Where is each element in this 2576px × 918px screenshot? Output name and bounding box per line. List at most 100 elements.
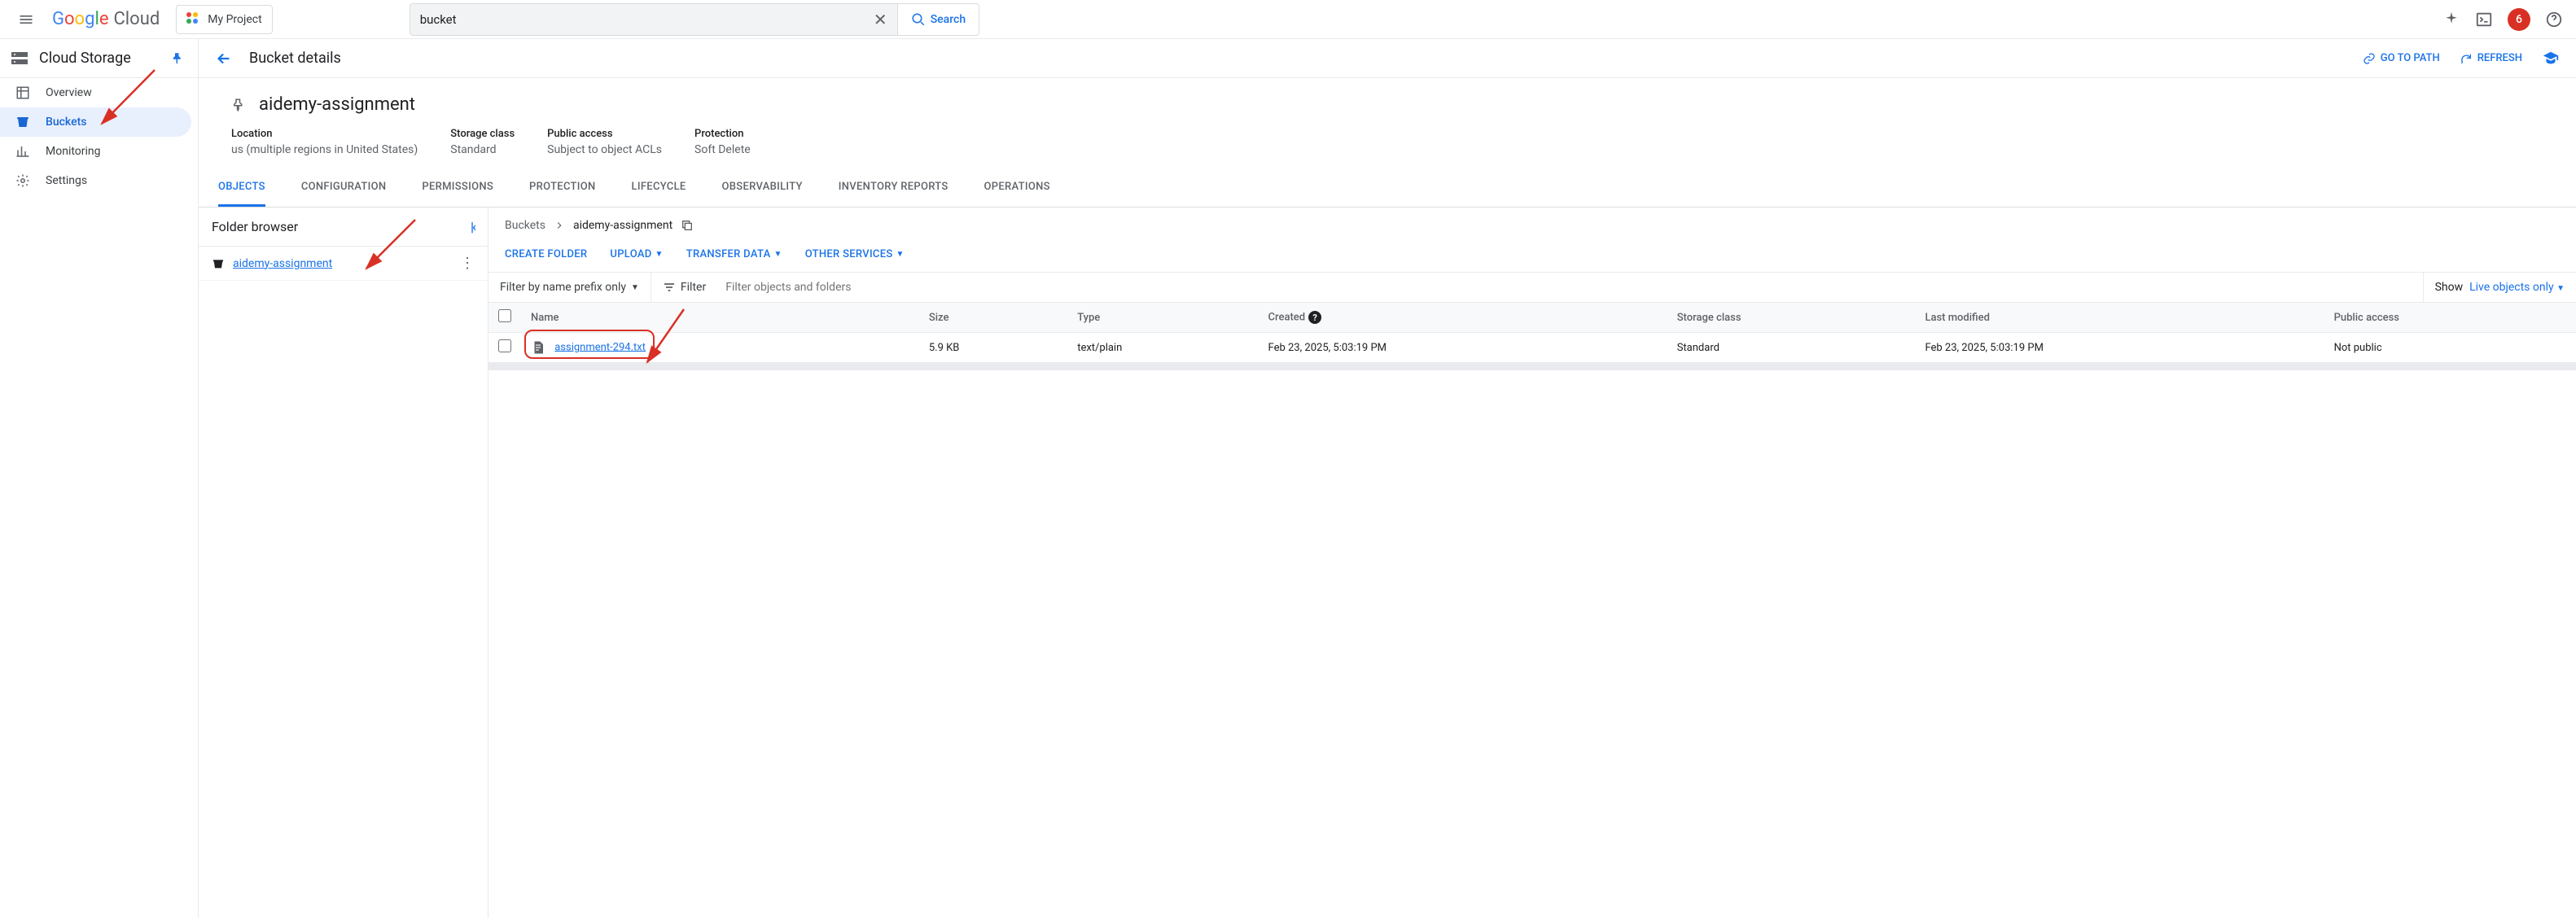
refresh-label: REFRESH: [2477, 52, 2522, 64]
go-to-path-button[interactable]: GO TO PATH: [2363, 52, 2440, 65]
object-action-bar: CREATE FOLDER UPLOAD▼ TRANSFER DATA▼ OTH…: [488, 243, 2576, 272]
cell-size: 5.9 KB: [919, 333, 1067, 363]
breadcrumb-root[interactable]: Buckets: [505, 219, 545, 232]
logo-suffix: Cloud: [113, 9, 160, 29]
project-picker[interactable]: My Project: [176, 5, 272, 34]
cloud-shell-icon[interactable]: [2475, 11, 2493, 28]
main-content: Bucket details GO TO PATH REFRESH: [199, 39, 2576, 918]
col-public[interactable]: Public access: [2324, 303, 2576, 333]
back-arrow-icon[interactable]: [215, 50, 233, 68]
col-size[interactable]: Size: [919, 303, 1067, 333]
refresh-button[interactable]: REFRESH: [2460, 52, 2522, 65]
tab-observability[interactable]: OBSERVABILITY: [722, 169, 803, 207]
table-row: assignment-294.txt 5.9 KB text/plain Feb…: [488, 333, 2576, 363]
filter-mode-dropdown[interactable]: Filter by name prefix only▼: [488, 273, 651, 302]
tab-lifecycle[interactable]: LIFECYCLE: [632, 169, 686, 207]
col-name[interactable]: Name: [521, 303, 919, 333]
tab-objects[interactable]: OBJECTS: [218, 169, 265, 207]
breadcrumb-current: aidemy-assignment: [573, 219, 672, 232]
select-all-checkbox[interactable]: [498, 309, 511, 322]
bucket-summary: aidemy-assignment Location us (multiple …: [199, 78, 2576, 169]
filter-input[interactable]: [717, 273, 2422, 302]
sidebar-item-label: Buckets: [46, 116, 86, 129]
tab-permissions[interactable]: PERMISSIONS: [422, 169, 493, 207]
cell-storage-class: Standard: [1667, 333, 1916, 363]
product-title: Cloud Storage: [39, 50, 131, 67]
pin-outline-icon[interactable]: [231, 98, 246, 112]
overview-icon: [15, 85, 31, 100]
search-button-label: Search: [931, 13, 966, 26]
cell-created: Feb 23, 2025, 5:03:19 PM: [1259, 333, 1667, 363]
collapse-panel-icon[interactable]: |‹: [471, 219, 475, 234]
notification-badge[interactable]: 6: [2508, 8, 2530, 31]
meta-public-access: Public access Subject to object ACLs: [547, 128, 662, 156]
meta-location: Location us (multiple regions in United …: [231, 128, 418, 156]
transfer-data-button[interactable]: TRANSFER DATA▼: [686, 248, 782, 260]
tab-inventory-reports[interactable]: INVENTORY REPORTS: [839, 169, 948, 207]
show-filter[interactable]: Show Live objects only ▼: [2423, 273, 2576, 302]
folder-browser-title: Folder browser: [212, 219, 298, 234]
upload-button[interactable]: UPLOAD▼: [610, 248, 663, 260]
chevron-right-icon: [554, 220, 565, 231]
tab-operations[interactable]: OPERATIONS: [984, 169, 1050, 207]
sidebar-item-label: Monitoring: [46, 145, 101, 158]
gemini-spark-icon[interactable]: [2442, 11, 2460, 28]
sidebar-header: Cloud Storage: [0, 39, 198, 78]
page-title: Bucket details: [249, 50, 341, 67]
row-checkbox[interactable]: [498, 339, 511, 352]
more-vert-icon[interactable]: ⋮: [460, 255, 475, 272]
filter-row: Filter by name prefix only▼ Filter Show …: [488, 272, 2576, 303]
create-folder-button[interactable]: CREATE FOLDER: [505, 248, 587, 260]
search-input[interactable]: [420, 12, 867, 27]
filter-icon-button[interactable]: Filter: [651, 273, 717, 302]
tab-protection[interactable]: PROTECTION: [529, 169, 595, 207]
object-link[interactable]: assignment-294.txt: [554, 341, 646, 353]
meta-storage-class: Storage class Standard: [450, 128, 515, 156]
search-box[interactable]: ✕: [410, 3, 898, 36]
cell-last-modified: Feb 23, 2025, 5:03:19 PM: [1915, 333, 2324, 363]
folder-browser: Folder browser |‹ aidemy-assignment ⋮: [199, 208, 488, 918]
col-last-modified[interactable]: Last modified: [1915, 303, 2324, 333]
top-bar: Google Cloud My Project ✕ Search 6: [0, 0, 2576, 39]
sidebar-item-monitoring[interactable]: Monitoring: [0, 137, 198, 166]
bucket-icon: [212, 257, 225, 270]
sidebar-item-overview[interactable]: Overview: [0, 78, 198, 107]
other-services-button[interactable]: OTHER SERVICES▼: [805, 248, 905, 260]
filter-icon: [663, 281, 676, 294]
help-icon[interactable]: [2545, 11, 2563, 28]
col-storage-class[interactable]: Storage class: [1667, 303, 1916, 333]
sidebar-item-label: Settings: [46, 174, 87, 187]
sidebar-item-buckets[interactable]: Buckets: [0, 107, 191, 137]
page-header: Bucket details GO TO PATH REFRESH: [199, 39, 2576, 78]
project-dots-icon: [186, 12, 201, 27]
info-icon[interactable]: ?: [1308, 311, 1321, 324]
hamburger-menu-icon[interactable]: [7, 0, 46, 39]
show-label: Show: [2435, 281, 2464, 294]
objects-table: Name Size Type Created? Storage class La…: [488, 303, 2576, 363]
cell-public: Not public: [2324, 333, 2576, 363]
go-to-path-label: GO TO PATH: [2381, 52, 2440, 64]
folder-browser-item[interactable]: aidemy-assignment ⋮: [199, 247, 488, 281]
tab-configuration[interactable]: CONFIGURATION: [301, 169, 387, 207]
meta-protection: Protection Soft Delete: [694, 128, 751, 156]
storage-product-icon: [10, 49, 29, 68]
clear-search-icon[interactable]: ✕: [874, 10, 887, 29]
folder-browser-root-link[interactable]: aidemy-assignment: [233, 257, 332, 270]
bucket-name: aidemy-assignment: [259, 94, 415, 115]
col-type[interactable]: Type: [1067, 303, 1258, 333]
col-created[interactable]: Created?: [1259, 303, 1667, 333]
bucket-icon: [15, 115, 31, 129]
learn-icon[interactable]: [2542, 50, 2560, 68]
project-name: My Project: [208, 13, 261, 26]
gear-icon: [15, 173, 31, 188]
gcp-logo[interactable]: Google Cloud: [52, 9, 160, 29]
cell-type: text/plain: [1067, 333, 1258, 363]
sidebar-item-label: Overview: [46, 86, 92, 99]
sidebar: Cloud Storage Overview Buckets Monitorin…: [0, 39, 199, 918]
object-listing: Buckets aidemy-assignment CREATE FOLDER …: [488, 208, 2576, 918]
pin-icon[interactable]: [170, 51, 185, 66]
horizontal-scrollbar[interactable]: [488, 362, 2576, 370]
search-button[interactable]: Search: [898, 3, 979, 36]
copy-path-icon[interactable]: [681, 219, 694, 232]
sidebar-item-settings[interactable]: Settings: [0, 166, 198, 195]
